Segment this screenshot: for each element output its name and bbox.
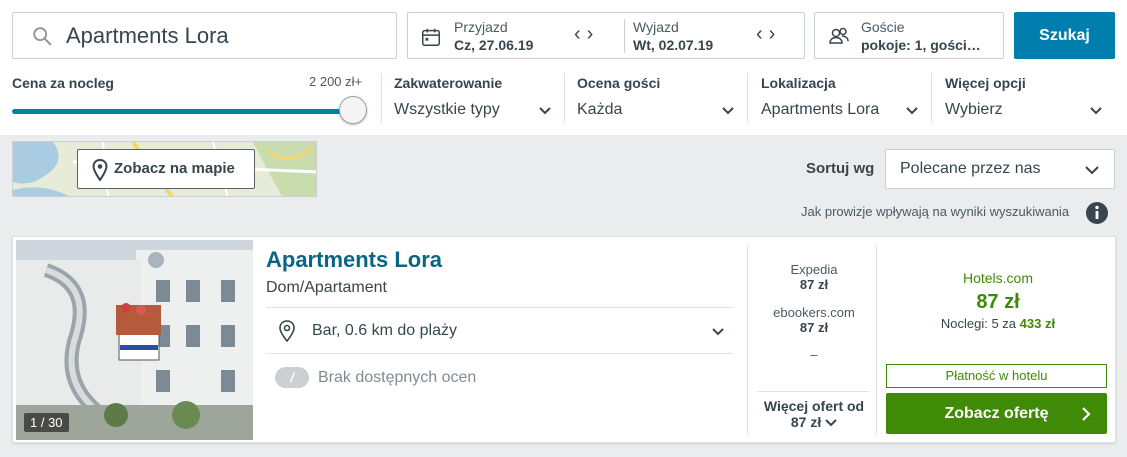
chevron-left-icon[interactable]: ‹	[756, 23, 769, 45]
show-on-map-label: Zobacz na mapie	[114, 160, 235, 177]
more-options-value[interactable]: Wybierz	[945, 101, 1003, 119]
chevron-right-icon	[1082, 407, 1091, 421]
chevron-down-icon[interactable]	[1089, 104, 1103, 118]
search-input[interactable]: Apartments Lora	[12, 12, 397, 59]
more-offers-label: Więcej ofert od	[763, 398, 865, 414]
chevron-down-icon[interactable]	[905, 104, 919, 118]
sort-value: Polecane przez nas	[900, 160, 1041, 177]
provider-name: ebookers.com	[773, 305, 855, 320]
provider-ebookers[interactable]: ebookers.com 87 zł	[755, 305, 873, 335]
rating-text: Brak dostępnych ocen	[318, 369, 477, 386]
view-deal-button[interactable]: Zobacz ofertę	[886, 393, 1107, 434]
provider-expedia[interactable]: Expedia 87 zł	[755, 262, 873, 292]
price-slider-track[interactable]	[12, 109, 354, 114]
hotel-result-card: 1 / 30 Apartments Lora Dom/Apartament Ba…	[12, 236, 1116, 443]
chevron-down-icon	[825, 419, 837, 427]
hotel-type: Dom/Apartament	[266, 279, 387, 296]
guests-selector[interactable]: Goście pokoje: 1, gości…	[814, 12, 1004, 59]
checkout-arrows[interactable]: ‹›	[756, 23, 781, 46]
more-options-label: Więcej opcji	[945, 75, 1026, 91]
search-icon	[33, 27, 52, 46]
divider	[266, 353, 733, 354]
provider-name: Expedia	[790, 262, 838, 277]
map-pin-icon	[279, 320, 295, 342]
commission-disclaimer-link[interactable]: Jak prowizje wpływają na wyniki wyszukiw…	[801, 204, 1069, 219]
deal-provider: Hotels.com	[962, 270, 1034, 286]
guests-label: Goście	[861, 19, 905, 35]
sort-label: Sortuj wg	[806, 160, 875, 177]
chevron-down-icon[interactable]	[538, 104, 552, 118]
rating-badge: /	[275, 367, 309, 388]
chevron-right-icon[interactable]: ›	[769, 23, 782, 45]
rating-value[interactable]: Każda	[577, 101, 622, 119]
provider-price: 87 zł	[799, 320, 829, 335]
deal-price: 87 zł	[976, 291, 1020, 313]
provider-price: 87 zł	[799, 277, 829, 292]
hotel-location: Bar, 0.6 km do plaży	[312, 322, 457, 339]
pay-at-hotel-badge: Płatność w hotelu	[886, 364, 1107, 388]
checkout-field[interactable]: Wyjazd Wt, 02.07.19	[633, 19, 713, 55]
checkout-label: Wyjazd	[633, 19, 679, 35]
more-offers-button[interactable]: Więcej ofert od 87 zł	[757, 398, 871, 430]
chevron-right-icon[interactable]: ›	[587, 23, 600, 45]
search-value[interactable]: Apartments Lora	[66, 23, 229, 49]
sort-select[interactable]: Polecane przez nas	[885, 149, 1115, 189]
show-on-map-button[interactable]: Zobacz na mapie	[77, 149, 255, 189]
view-deal-label: Zobacz ofertę	[944, 405, 1049, 422]
location-value[interactable]: Apartments Lora	[761, 101, 879, 119]
guests-value: pokoje: 1, gości…	[861, 37, 981, 53]
chevron-down-icon[interactable]	[711, 325, 725, 339]
date-picker[interactable]: Przyjazd Cz, 27.06.19 ‹› Wyjazd Wt, 02.0…	[407, 12, 805, 59]
price-max: 2 200 zł+	[309, 74, 363, 89]
info-icon[interactable]	[1085, 201, 1109, 225]
accommodation-value[interactable]: Wszystkie typy	[394, 101, 500, 119]
chevron-down-icon[interactable]	[721, 104, 735, 118]
date-divider	[624, 19, 625, 53]
checkin-value: Cz, 27.06.19	[454, 37, 534, 53]
price-slider-handle[interactable]	[339, 96, 367, 124]
provider-placeholder: –	[810, 347, 818, 362]
price-filter-label: Cena za nocleg	[12, 75, 114, 91]
photo-counter: 1 / 30	[24, 413, 69, 432]
hotel-name-link[interactable]: Apartments Lora	[266, 247, 442, 273]
nights-total: 433 zł	[1019, 316, 1056, 331]
calendar-icon	[422, 28, 440, 46]
chevron-down-icon	[1085, 166, 1099, 175]
search-button[interactable]: Szukaj	[1014, 12, 1115, 59]
checkin-field[interactable]: Przyjazd Cz, 27.06.19	[454, 19, 533, 55]
chevron-left-icon[interactable]: ‹	[574, 23, 587, 45]
divider	[876, 245, 877, 435]
map-pin-icon	[92, 159, 108, 181]
divider	[266, 307, 733, 308]
hotel-photo-image	[16, 240, 253, 440]
deal-nights: Noclegi: 5 za 433 zł	[878, 316, 1118, 331]
location-label: Lokalizacja	[761, 75, 836, 91]
divider	[757, 391, 869, 392]
more-offers-price: 87 zł	[790, 414, 822, 430]
checkin-arrows[interactable]: ‹›	[574, 23, 599, 46]
checkout-value: Wt, 02.07.19	[633, 37, 714, 53]
hotel-photo[interactable]: 1 / 30	[16, 240, 253, 440]
map-preview[interactable]: Zobacz na mapie	[12, 141, 317, 197]
accommodation-label: Zakwaterowanie	[394, 75, 503, 91]
nights-prefix: Noclegi: 5 za	[940, 316, 1017, 331]
people-icon	[829, 27, 849, 44]
divider	[747, 245, 748, 435]
rating-label: Ocena gości	[577, 75, 661, 91]
checkin-label: Przyjazd	[454, 19, 508, 35]
